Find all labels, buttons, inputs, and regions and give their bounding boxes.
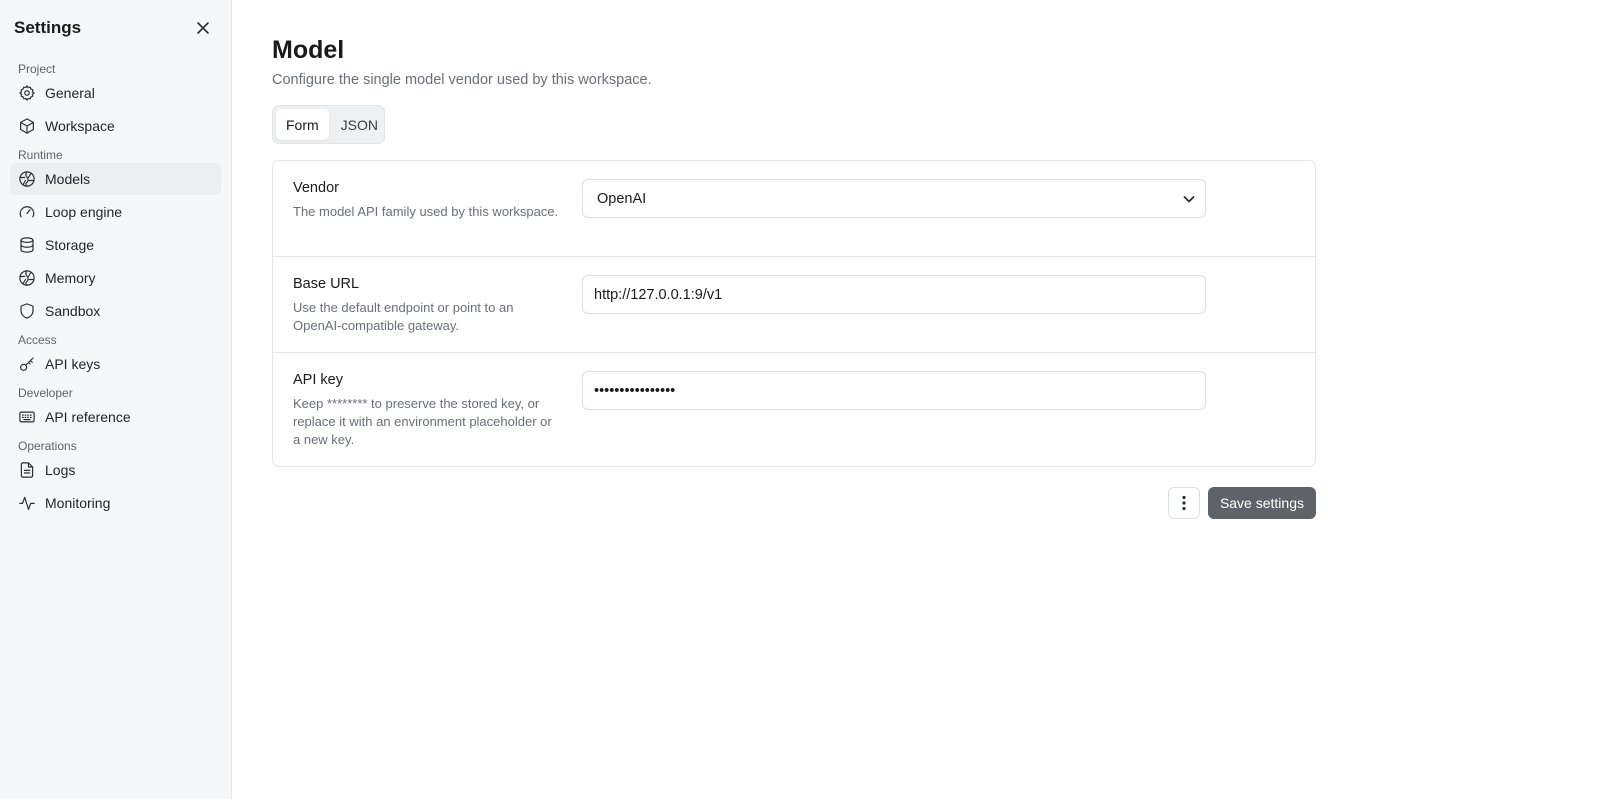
sidebar-item-label: API reference [45,409,131,425]
close-button[interactable] [189,14,217,42]
section-label-runtime: Runtime [18,148,63,162]
sidebar-item-monitoring[interactable]: Monitoring [10,487,221,519]
sidebar-item-logs[interactable]: Logs [10,454,221,486]
api-key-control [582,371,1206,466]
settings-sidebar: Settings Project General Workspace Runti… [0,0,232,799]
sidebar-item-label: Models [45,171,91,187]
page-subtitle: Configure the single model vendor used b… [272,72,652,88]
tab-json[interactable]: JSON [331,109,388,140]
vendor-text: Vendor The model API family used by this… [293,179,582,256]
vendor-row: Vendor The model API family used by this… [273,161,1315,257]
form-footer: Save settings [272,487,1316,519]
sidebar-item-label: Storage [45,237,95,253]
base-url-row: Base URL Use the default endpoint or poi… [273,257,1315,353]
main-content: Model Configure the single model vendor … [232,0,1600,799]
vendor-control: OpenAI [582,179,1206,256]
sidebar-item-loop-engine[interactable]: Loop engine [10,196,221,228]
brain-icon [18,170,36,188]
section-label-developer: Developer [18,386,73,400]
base-url-description: Use the default endpoint or point to an … [293,300,514,333]
sidebar-item-label: Monitoring [45,495,111,511]
shield-icon [18,302,36,320]
sidebar-item-label: General [45,85,95,101]
activity-icon [18,494,36,512]
more-vertical-icon [1182,495,1186,511]
gear-icon [18,84,36,102]
page-title: Model [272,36,345,64]
key-icon [18,355,36,373]
vendor-description: The model API family used by this worksp… [293,204,559,219]
file-text-icon [18,461,36,479]
base-url-text: Base URL Use the default endpoint or poi… [293,275,582,352]
chevron-down-icon [1183,195,1195,202]
more-options-button[interactable] [1167,487,1200,519]
sidebar-item-general[interactable]: General [10,77,221,109]
vendor-selected-value: OpenAI [597,190,647,207]
model-settings-card: Vendor The model API family used by this… [272,160,1316,467]
api-key-row: API key Keep ******** to preserve the st… [273,353,1315,466]
base-url-control [582,275,1206,352]
brain-icon [18,269,36,287]
api-key-input[interactable] [582,371,1206,410]
api-key-label: API key [293,372,343,388]
sidebar-item-label: Loop engine [45,204,123,220]
section-label-operations: Operations [18,439,77,453]
gauge-icon [18,203,36,221]
vendor-select[interactable]: OpenAI [582,179,1206,218]
sidebar-item-label: Sandbox [45,303,101,319]
sidebar-item-workspace[interactable]: Workspace [10,110,221,142]
sidebar-title: Settings [14,18,82,37]
sidebar-item-sandbox[interactable]: Sandbox [10,295,221,327]
sidebar-header: Settings [10,0,221,56]
cube-icon [18,117,36,135]
sidebar-item-memory[interactable]: Memory [10,262,221,294]
view-tabs: Form JSON [272,105,385,144]
sidebar-item-api-reference[interactable]: API reference [10,401,221,433]
sidebar-item-api-keys[interactable]: API keys [10,348,221,380]
keyboard-icon [18,408,36,426]
close-icon [197,22,209,34]
section-label-access: Access [18,333,57,347]
section-label-project: Project [18,62,56,76]
sidebar-item-label: Memory [45,270,96,286]
vendor-label: Vendor [293,180,339,196]
sidebar-item-storage[interactable]: Storage [10,229,221,261]
database-icon [18,236,36,254]
tab-form[interactable]: Form [276,109,329,140]
save-settings-button[interactable]: Save settings [1207,487,1316,519]
sidebar-item-label: API keys [45,356,101,372]
sidebar-item-label: Workspace [45,118,115,134]
base-url-input[interactable] [582,275,1206,314]
api-key-text: API key Keep ******** to preserve the st… [293,371,582,466]
base-url-label: Base URL [293,276,360,292]
sidebar-item-label: Logs [45,462,76,478]
sidebar-item-models[interactable]: Models [10,163,221,195]
api-key-description: Keep ******** to preserve the stored key… [293,396,552,447]
